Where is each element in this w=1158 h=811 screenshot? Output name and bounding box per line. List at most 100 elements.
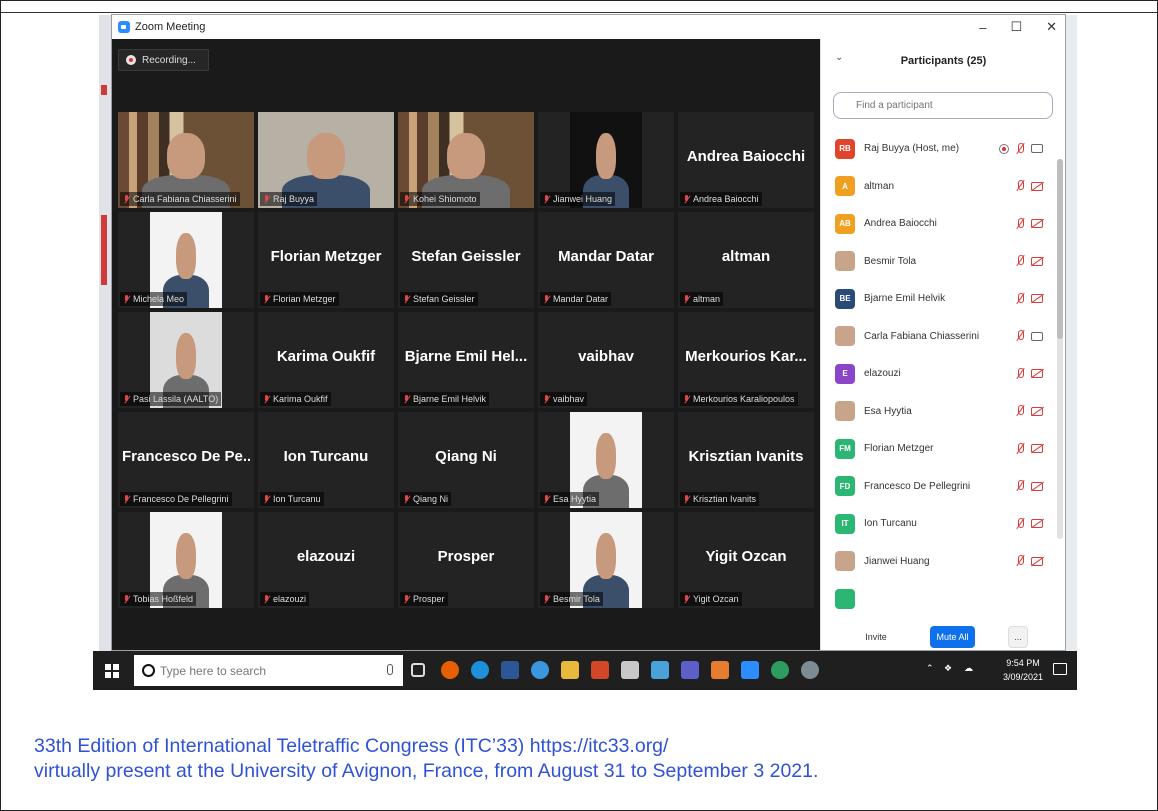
video-tile[interactable]: Merkourios Kar... Merkourios Karaliopoulo… xyxy=(678,312,814,408)
tile-name-text: Andrea Baiocchi xyxy=(693,194,759,204)
clock-time: 9:54 PM xyxy=(1006,658,1040,668)
recording-label: Recording... xyxy=(142,54,196,66)
participant-status-icons xyxy=(1015,480,1043,492)
cloud-icon[interactable]: ☁ xyxy=(964,663,973,674)
muted-mic-icon xyxy=(403,194,410,204)
video-tile[interactable]: Andrea Baiocchi Andrea Baiocchi xyxy=(678,112,814,208)
meeting-area: Recording... Carla Fabiana Chiasserini Ra… xyxy=(112,39,820,650)
participant-scrollbar[interactable] xyxy=(1057,159,1063,539)
participant-row[interactable]: Aaltman xyxy=(821,168,1057,206)
avatar xyxy=(835,401,855,422)
video-tile[interactable]: Stefan Geissler Stefan Geissler xyxy=(398,212,534,308)
app-icon[interactable] xyxy=(531,661,549,679)
avatar xyxy=(835,588,855,609)
avatar xyxy=(835,326,855,347)
video-tile[interactable]: Besmir Tola xyxy=(538,512,674,608)
video-tile[interactable]: Karima Oukfif Karima Oukfif xyxy=(258,312,394,408)
microphone-icon[interactable] xyxy=(387,664,393,675)
participant-row[interactable]: RB Raj Buyya (Host, me) xyxy=(821,130,1057,168)
avatar: IT xyxy=(835,513,855,534)
firefox-icon[interactable] xyxy=(441,661,459,679)
tile-name-text: Qiang Ni xyxy=(413,494,449,504)
invite-button[interactable]: Invite xyxy=(854,626,898,648)
video-tile[interactable]: Bjarne Emil Hel... Bjarne Emil Helvik xyxy=(398,312,534,408)
slide-top-rule xyxy=(1,1,1158,13)
participant-row[interactable]: Jianwei Huang xyxy=(821,543,1057,581)
dropbox-icon[interactable]: ❖ xyxy=(944,663,952,674)
participant-row[interactable]: Besmir Tola xyxy=(821,243,1057,281)
camera-off-icon xyxy=(1031,369,1043,379)
participant-row[interactable]: Carla Fabiana Chiasserini xyxy=(821,318,1057,356)
video-tile[interactable]: elazouzi elazouzi xyxy=(258,512,394,608)
video-tile[interactable]: Michela Meo xyxy=(118,212,254,308)
video-tile[interactable]: vaibhav vaibhav xyxy=(538,312,674,408)
video-tile[interactable]: Kohei Shiomoto xyxy=(398,112,534,208)
participant-row[interactable]: BE Bjarne Emil Helvik xyxy=(821,280,1057,318)
video-tile[interactable]: Pasi Lassila (AALTO) xyxy=(118,312,254,408)
windows-start-icon[interactable] xyxy=(105,664,119,678)
taskbar-search-box[interactable]: Type here to search xyxy=(134,655,403,686)
windows-taskbar: Type here to search ⌃ ❖ ☁ 9:54 PM 3/09/2… xyxy=(93,651,1077,690)
teams-icon[interactable] xyxy=(681,661,699,679)
participant-row[interactable]: FD Francesco De Pellegrini xyxy=(821,468,1057,506)
word-icon[interactable] xyxy=(501,661,519,679)
tile-name-label: Francesco De Pellegrini xyxy=(120,492,232,506)
tile-name-label: Bjarne Emil Helvik xyxy=(400,392,490,406)
powerpoint-icon[interactable] xyxy=(591,661,609,679)
participant-row[interactable]: IT Ion Turcanu xyxy=(821,505,1057,543)
maximize-button[interactable]: ☐ xyxy=(1010,19,1022,35)
muted-mic-icon xyxy=(1015,480,1025,492)
tray-chevron-icon[interactable]: ⌃ xyxy=(926,663,934,674)
participant-row[interactable] xyxy=(821,580,1057,615)
participant-row[interactable]: AB Andrea Baiocchi xyxy=(821,205,1057,243)
app-icon[interactable] xyxy=(651,661,669,679)
tile-name-text: Carla Fabiana Chiasserini xyxy=(133,194,237,204)
participant-status-icons xyxy=(1015,255,1043,267)
camera-off-icon xyxy=(1031,444,1043,454)
participant-row[interactable]: FM Florian Metzger xyxy=(821,430,1057,468)
muted-mic-icon xyxy=(1015,330,1025,342)
tile-name-label: altman xyxy=(680,292,724,306)
recording-indicator[interactable]: Recording... xyxy=(118,49,209,71)
video-tile[interactable]: Krisztian Ivanits Krisztian Ivanits xyxy=(678,412,814,508)
video-tile[interactable]: Florian Metzger Florian Metzger xyxy=(258,212,394,308)
video-tile[interactable]: Raj Buyya xyxy=(258,112,394,208)
tile-name-text: Florian Metzger xyxy=(273,294,336,304)
participant-search-input[interactable] xyxy=(833,92,1053,119)
panel-footer: Invite Mute All ... xyxy=(821,624,1066,650)
video-tile[interactable]: Qiang Ni Qiang Ni xyxy=(398,412,534,508)
participant-row[interactable]: Eelazouzi xyxy=(821,355,1057,393)
video-tile[interactable]: Prosper Prosper xyxy=(398,512,534,608)
tile-display-name: Mandar Datar xyxy=(558,248,654,265)
video-tile[interactable]: altman altman xyxy=(678,212,814,308)
participant-row[interactable]: Esa Hyytia xyxy=(821,393,1057,431)
minimize-button[interactable]: – xyxy=(979,20,986,35)
video-tile[interactable]: Ion Turcanu Ion Turcanu xyxy=(258,412,394,508)
skype-icon[interactable] xyxy=(711,661,729,679)
video-tile[interactable]: Yigit Ozcan Yigit Ozcan xyxy=(678,512,814,608)
video-tile[interactable]: Carla Fabiana Chiasserini xyxy=(118,112,254,208)
video-tile[interactable]: Francesco De Pe... Francesco De Pellegrin… xyxy=(118,412,254,508)
camera-off-icon xyxy=(1031,519,1043,529)
mute-all-button[interactable]: Mute All xyxy=(930,626,975,648)
scrollbar-thumb[interactable] xyxy=(1057,159,1063,339)
more-options-button[interactable]: ... xyxy=(1008,626,1028,648)
app-icon[interactable] xyxy=(801,661,819,679)
taskbar-clock[interactable]: 9:54 PM 3/09/2021 xyxy=(1003,656,1043,684)
snipping-tool-icon[interactable] xyxy=(621,661,639,679)
video-tile[interactable]: Esa Hyytia xyxy=(538,412,674,508)
muted-mic-icon xyxy=(1015,292,1025,305)
task-view-icon[interactable] xyxy=(411,663,425,677)
file-explorer-icon[interactable] xyxy=(561,661,579,679)
notification-icon[interactable] xyxy=(1053,663,1067,675)
close-button[interactable]: ✕ xyxy=(1046,19,1057,35)
tile-display-name: Ion Turcanu xyxy=(283,448,369,465)
chrome-icon[interactable] xyxy=(771,661,789,679)
zoom-taskbar-icon[interactable] xyxy=(741,661,759,679)
edge-icon[interactable] xyxy=(471,661,489,679)
panel-header: ⌄ Participants (25) xyxy=(821,39,1065,83)
video-tile[interactable]: Mandar Datar Mandar Datar xyxy=(538,212,674,308)
video-tile[interactable]: Tobias Hoßfeld xyxy=(118,512,254,608)
video-tile[interactable]: Jianwei Huang xyxy=(538,112,674,208)
participant-name: altman xyxy=(864,180,895,192)
